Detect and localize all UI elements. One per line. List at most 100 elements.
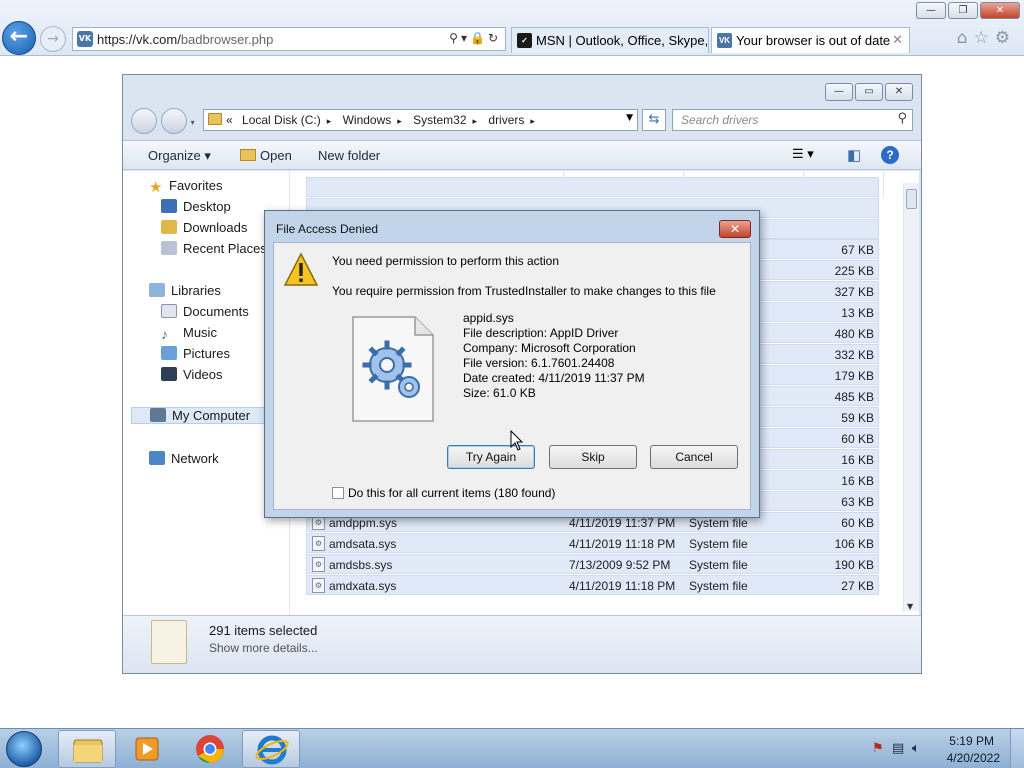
chevron-right-icon[interactable]: ▸ <box>397 116 402 126</box>
chevron-right-icon[interactable]: ▸ <box>530 116 535 126</box>
chevron-right-icon[interactable]: ▸ <box>327 116 332 126</box>
taskbar-explorer[interactable] <box>58 730 116 768</box>
scrollbar-thumb[interactable] <box>906 189 917 209</box>
action-center-icon[interactable]: ⚑ <box>872 741 884 756</box>
help-icon[interactable]: ? <box>881 146 899 164</box>
system-file-icon <box>352 316 434 422</box>
restore-button[interactable]: ❐ <box>948 2 978 19</box>
nav-videos[interactable]: Videos <box>161 367 223 382</box>
chevron-down-icon[interactable]: ▼ <box>626 113 633 123</box>
tab-label: Your browser is out of date <box>736 33 891 48</box>
home-icon[interactable]: ⌂ <box>957 28 974 48</box>
nav-my-computer[interactable]: My Computer <box>131 407 281 424</box>
breadcrumb-overflow[interactable]: « <box>226 113 233 127</box>
address-actions[interactable]: ⚲▾🔒↻ <box>449 31 501 45</box>
tab-vk[interactable]: VK Your browser is out of date ✕ <box>711 27 910 53</box>
breadcrumb[interactable]: « Local Disk (C:) ▸ Windows ▸ System32 ▸ dr… <box>203 109 638 131</box>
file-type-cell: System file <box>689 516 748 530</box>
taskbar-media-player[interactable] <box>119 730 177 768</box>
nav-downloads[interactable]: Downloads <box>161 220 247 235</box>
file-size-cell: 16 KB <box>841 474 874 488</box>
apply-to-all-checkbox[interactable]: Do this for all current items (180 found… <box>332 486 555 500</box>
refresh-button[interactable]: ⇆ <box>642 109 666 131</box>
nav-desktop[interactable]: Desktop <box>161 199 231 214</box>
preview-pane-icon[interactable]: ◧ <box>847 146 861 164</box>
tab-close-icon[interactable]: ✕ <box>892 32 903 48</box>
file-name: appid.sys <box>463 311 514 325</box>
clock-date[interactable]: 4/20/2022 <box>947 751 1000 765</box>
desktop-icon <box>161 199 177 213</box>
back-button[interactable]: ← <box>2 21 36 55</box>
system-file-icon: ⚙ <box>312 557 325 572</box>
file-info: appid.sys File description: AppID Driver… <box>463 311 645 401</box>
explorer-back-button[interactable] <box>131 108 157 134</box>
breadcrumb-item-system32[interactable]: System32 <box>413 113 466 127</box>
chevron-right-icon[interactable]: ▸ <box>473 116 478 126</box>
nav-libraries[interactable]: Libraries <box>149 283 221 298</box>
table-row[interactable]: ⚙ amdsbs.sys 7/13/2009 9:52 PM System file 1… <box>306 554 879 574</box>
network-icon <box>149 451 165 465</box>
table-row[interactable]: ⚙ amdxata.sys 4/11/2019 11:18 PM System fil… <box>306 575 879 595</box>
clock-time[interactable]: 5:19 PM <box>949 734 994 748</box>
nav-music[interactable]: ♪ Music <box>161 325 217 342</box>
file-size-cell: 327 KB <box>834 285 874 299</box>
taskbar-internet-explorer[interactable] <box>242 730 300 768</box>
breadcrumb-item-local-disk[interactable]: Local Disk (C:) <box>242 113 321 127</box>
skip-button[interactable]: Skip <box>549 445 637 469</box>
pictures-icon <box>161 346 177 360</box>
browser-toolbar: — ❐ ✕ ← → VK https://vk.com/badbrowser.p… <box>0 0 1024 56</box>
nav-favorites[interactable]: ★ Favorites <box>149 178 222 196</box>
media-player-icon <box>135 737 159 761</box>
table-row[interactable]: ⚙ amdsata.sys 4/11/2019 11:18 PM System fil… <box>306 533 879 553</box>
minimize-button[interactable]: — <box>916 2 946 19</box>
nav-network[interactable]: Network <box>149 451 219 466</box>
file-type-cell: System file <box>689 579 748 593</box>
file-size-cell: 60 KB <box>841 432 874 446</box>
cancel-button[interactable]: Cancel <box>650 445 738 469</box>
volume-icon[interactable]: 🔈︎ <box>912 741 920 756</box>
explorer-close-button[interactable]: ✕ <box>885 83 913 101</box>
file-size-cell: 63 KB <box>841 495 874 509</box>
nav-documents[interactable]: Documents <box>161 304 249 319</box>
tab-msn[interactable]: ✓ MSN | Outlook, Office, Skype, ... <box>511 27 709 53</box>
scroll-down-icon[interactable]: ▼ <box>907 602 913 611</box>
new-folder-button[interactable]: New folder <box>318 148 380 163</box>
search-icon: ⚲ <box>897 111 907 126</box>
file-name-cell: amdppm.sys <box>329 516 398 530</box>
nav-pictures[interactable]: Pictures <box>161 346 230 361</box>
file-date-cell: 4/11/2019 11:18 PM <box>569 537 676 551</box>
file-date-cell: 4/11/2019 11:37 PM <box>569 516 676 530</box>
open-label: Open <box>260 148 292 163</box>
taskbar-chrome[interactable] <box>180 730 238 768</box>
favorites-star-icon[interactable]: ☆ <box>974 28 995 48</box>
file-name-cell: amdxata.sys <box>329 579 397 593</box>
explorer-forward-button[interactable] <box>160 108 187 134</box>
nav-recent-places[interactable]: Recent Places <box>161 241 267 256</box>
search-input[interactable]: Search drivers ⚲ <box>672 109 913 131</box>
table-row[interactable] <box>306 177 879 197</box>
breadcrumb-item-windows[interactable]: Windows <box>343 113 392 127</box>
show-more-details-link[interactable]: Show more details... <box>209 641 318 655</box>
dialog-close-button[interactable]: ✕ <box>719 220 751 238</box>
recent-pages-dropdown[interactable]: ▾ <box>191 118 195 127</box>
organize-button[interactable]: Organize ▾ <box>148 148 211 164</box>
show-desktop-button[interactable] <box>1010 729 1024 768</box>
vertical-scrollbar[interactable]: ▼ <box>903 183 919 611</box>
address-bar[interactable]: VK https://vk.com/badbrowser.php ⚲▾🔒↻ <box>72 27 506 51</box>
libraries-icon <box>149 283 165 297</box>
checkbox-box[interactable] <box>332 487 344 499</box>
forward-button[interactable]: → <box>40 26 66 52</box>
network-status-icon[interactable]: ▤ <box>892 741 904 756</box>
browser-window-controls: — ❐ ✕ <box>916 2 1020 19</box>
view-options-icon[interactable]: ☰ ▾ <box>792 146 814 162</box>
start-button[interactable] <box>6 731 42 767</box>
file-name-cell: amdsbs.sys <box>329 558 393 572</box>
open-button[interactable]: Open <box>240 148 292 163</box>
file-size-cell: 27 KB <box>841 579 874 593</box>
breadcrumb-item-drivers[interactable]: drivers <box>488 113 524 127</box>
gear-icon[interactable]: ⚙ <box>995 28 1016 48</box>
close-button[interactable]: ✕ <box>980 2 1020 19</box>
explorer-maximize-button[interactable]: ▭ <box>855 83 883 101</box>
documents-icon <box>161 304 177 318</box>
explorer-minimize-button[interactable]: — <box>825 83 853 101</box>
